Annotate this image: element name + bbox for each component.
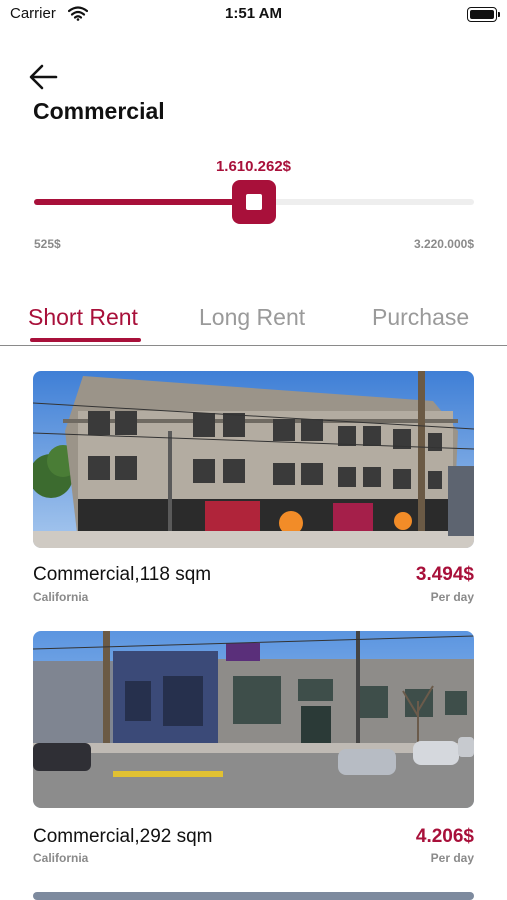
listing-photo[interactable] (33, 892, 474, 900)
listing-name: Commercial,118 sqm (33, 564, 212, 585)
tab-short-rent[interactable]: Short Rent (28, 304, 138, 331)
price-max-label: 3.220.000$ (413, 237, 474, 251)
listing-price: 3.494$ (415, 564, 474, 585)
tab-purchase[interactable]: Purchase (372, 304, 469, 331)
listing-name: Commercial,292 sqm (33, 826, 213, 847)
status-bar: Carrier 1:51 AM (0, 0, 507, 30)
page-title: Commercial (33, 98, 165, 124)
back-button[interactable] (28, 62, 60, 92)
listing-card[interactable] (33, 892, 474, 900)
arrow-left-icon (29, 64, 58, 90)
listing-location: California (33, 590, 89, 604)
price-min-label: 525$ (34, 237, 61, 251)
tab-long-rent[interactable]: Long Rent (199, 304, 305, 331)
slider-fill (34, 199, 254, 205)
listing-price: 4.206$ (415, 826, 474, 847)
active-tab-indicator (30, 338, 141, 342)
listing-price-unit: Per day (430, 590, 474, 604)
listing-location: California (33, 851, 89, 865)
slider-thumb[interactable] (232, 180, 276, 224)
clock: 1:51 AM (225, 5, 282, 22)
listing-card[interactable]: Commercial,292 sqm California 4.206$ Per… (33, 631, 474, 871)
battery-icon (467, 7, 500, 22)
price-slider[interactable] (34, 180, 474, 224)
listing-photo[interactable] (33, 371, 474, 548)
listing-card[interactable]: Commercial,118 sqm California 3.494$ Per… (33, 371, 474, 611)
listing-price-unit: Per day (430, 851, 474, 865)
price-current-value: 1.610.262$ (215, 158, 292, 175)
listing-photo[interactable] (33, 631, 474, 808)
